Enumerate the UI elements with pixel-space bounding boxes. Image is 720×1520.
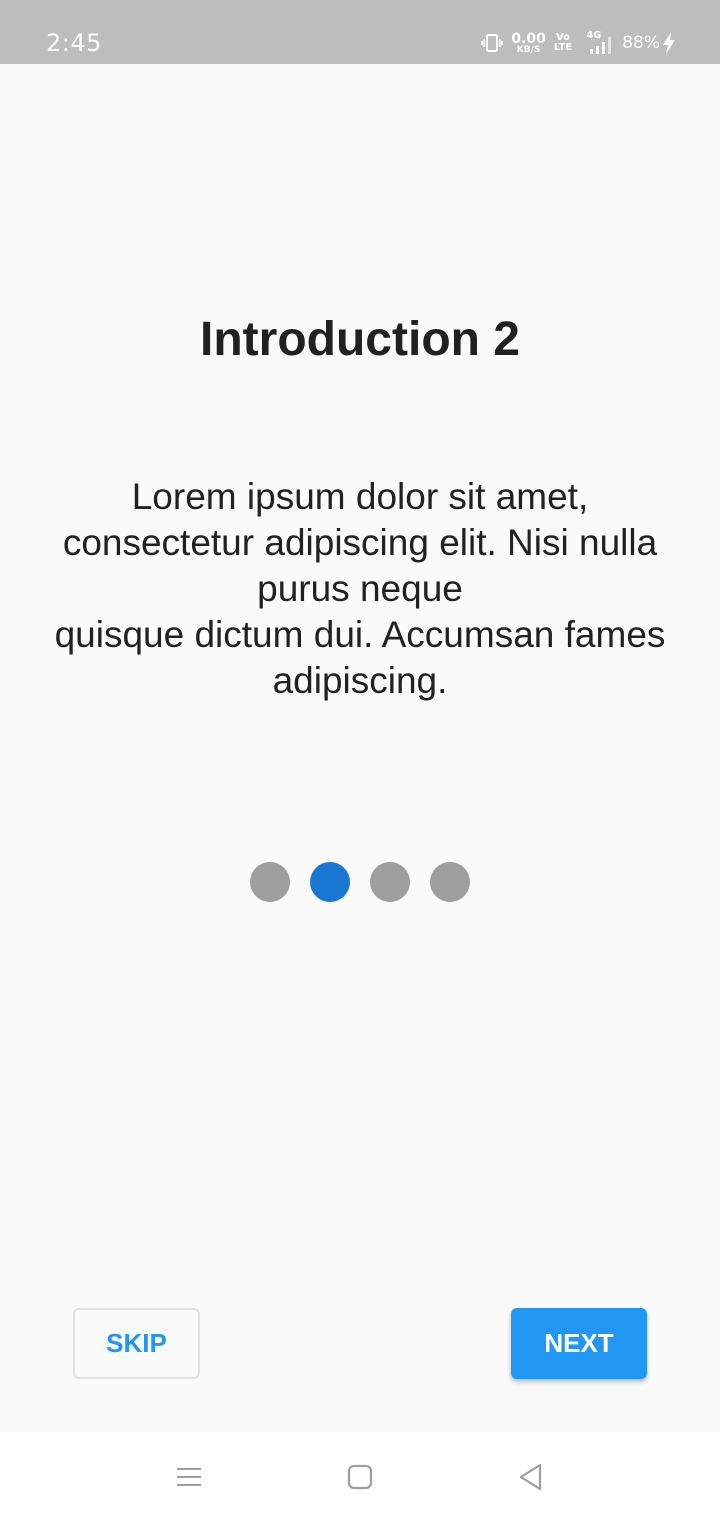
- page-dot-3[interactable]: [370, 862, 410, 902]
- net-speed: 0.00 KB/S: [511, 32, 546, 55]
- status-time: 2:45: [46, 29, 102, 57]
- cellular-signal: 4G: [580, 30, 614, 56]
- status-bar: 2:45 0.00 KB/S Vo LTE 4G 88%: [0, 0, 720, 64]
- volte-bottom: LTE: [553, 42, 573, 53]
- next-button[interactable]: NEXT: [511, 1308, 647, 1379]
- page-indicator: [0, 862, 720, 902]
- page-dot-2-active[interactable]: [310, 862, 350, 902]
- back-icon[interactable]: [516, 1462, 546, 1492]
- system-nav-bar: [0, 1432, 720, 1520]
- signal-icon: [590, 37, 612, 54]
- charging-bolt-icon: [663, 32, 675, 54]
- menu-icon[interactable]: [174, 1462, 204, 1492]
- net-speed-unit: KB/S: [516, 44, 541, 55]
- volte-indicator: Vo LTE: [554, 33, 572, 53]
- page-title: Introduction 2: [200, 313, 520, 366]
- vibrate-icon: [481, 34, 504, 52]
- net-speed-value: 0.00: [511, 30, 546, 47]
- home-icon[interactable]: [345, 1462, 375, 1492]
- skip-button[interactable]: SKIP: [73, 1308, 200, 1379]
- status-icons: 0.00 KB/S Vo LTE 4G 88%: [481, 28, 676, 58]
- page-dot-4[interactable]: [430, 862, 470, 902]
- battery: 88%: [622, 32, 676, 54]
- intro-description: Lorem ipsum dolor sit amet, consectetur …: [54, 476, 666, 701]
- battery-level: 88%: [622, 33, 660, 53]
- page-dot-1[interactable]: [250, 862, 290, 902]
